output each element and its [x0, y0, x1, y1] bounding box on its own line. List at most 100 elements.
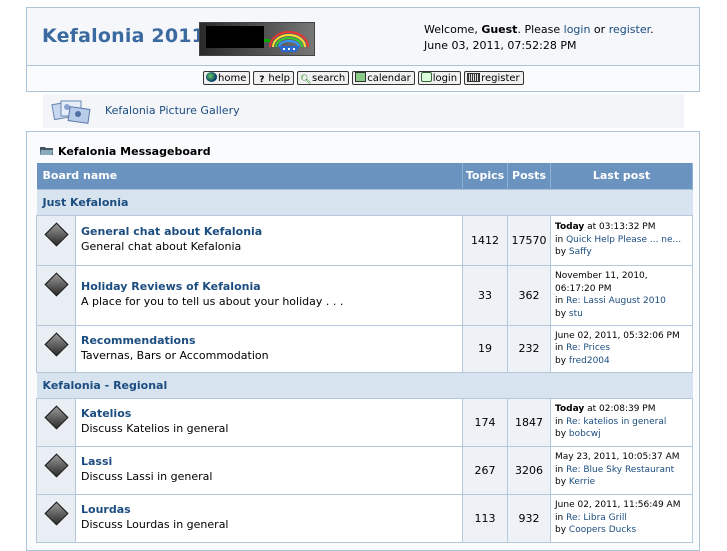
- category-kefalonia-regional[interactable]: Kefalonia - Regional: [36, 371, 693, 398]
- board-name-link[interactable]: Lourdas: [81, 503, 462, 517]
- no-new-posts-icon: [43, 404, 69, 430]
- in-label: in: [555, 416, 567, 427]
- last-post-topic-link[interactable]: Re: katelios in general: [566, 417, 666, 427]
- category-row: Kefalonia - Regional: [36, 371, 693, 398]
- login-link[interactable]: login: [564, 23, 591, 36]
- last-post-info: May 23, 2011, 10:05:37 AM in Re: Blue Sk…: [550, 445, 694, 495]
- no-new-posts-icon: [43, 500, 69, 526]
- messageboard-title: Kefalonia Messageboard: [40, 145, 211, 158]
- site-logo-banner: [199, 22, 315, 56]
- messageboard-panel: Kefalonia Messageboard Board name Topics…: [26, 131, 700, 551]
- last-post-time: June 02, 2011, 11:56:49 AM: [555, 500, 681, 511]
- globe-icon: [206, 72, 217, 82]
- board-status-icon-cell: [36, 264, 76, 326]
- in-label: in: [555, 512, 567, 523]
- calendar-button[interactable]: calendar: [352, 71, 415, 85]
- in-label: in: [555, 343, 567, 354]
- last-post-topic-link[interactable]: Re: Blue Sky Restaurant: [566, 465, 674, 475]
- last-post-user-link[interactable]: Kerrie: [569, 477, 595, 487]
- board-status-icon-cell: [36, 397, 76, 447]
- last-post-topic-link[interactable]: Quick Help Please ... ne...: [566, 235, 681, 245]
- in-label: in: [555, 296, 567, 306]
- or-text: or: [590, 23, 609, 36]
- column-topics: Topics: [462, 163, 509, 189]
- board-row: Holiday Reviews of Kefalonia A place for…: [36, 264, 694, 326]
- help-button[interactable]: ? help: [253, 71, 294, 85]
- board-info: Katelios Discuss Katelios in general: [74, 397, 464, 447]
- last-post-user-link[interactable]: Coopers Ducks: [569, 525, 636, 535]
- board-name-link[interactable]: Recommendations: [81, 334, 462, 348]
- column-board-name: Board name: [36, 163, 464, 189]
- login-icon: [420, 72, 432, 82]
- table-header-row: Board name Topics Posts Last post: [36, 163, 694, 189]
- post-count: 17570: [507, 214, 552, 266]
- home-label: home: [218, 73, 247, 84]
- gallery-strip: Kefalonia Picture Gallery: [43, 94, 684, 128]
- search-label: search: [311, 73, 346, 84]
- topic-count: 174: [462, 397, 509, 447]
- register-link[interactable]: register: [609, 23, 650, 36]
- period-text: .: [650, 23, 654, 36]
- home-button[interactable]: home: [203, 71, 251, 85]
- board-row: Katelios Discuss Katelios in general 174…: [36, 397, 694, 447]
- logo-dark-panel: [206, 26, 264, 48]
- gallery-icon[interactable]: [51, 97, 91, 125]
- last-post-info: June 02, 2011, 05:32:06 PM in Re: Prices…: [550, 324, 694, 373]
- last-post-time: at 02:08:39 PM: [584, 404, 656, 415]
- last-post-user-link[interactable]: fred2004: [569, 356, 610, 366]
- last-post-info: November 11, 2010, 06:17:20 PM in Re: La…: [550, 264, 694, 326]
- board-row: Lassi Discuss Lassi in general 267 3206 …: [36, 445, 694, 495]
- last-post-topic-link[interactable]: Re: Prices: [566, 343, 610, 353]
- board-description: Tavernas, Bars or Accommodation: [81, 348, 269, 362]
- by-label: by: [555, 525, 569, 536]
- last-post-date: Today: [555, 404, 585, 415]
- by-label: by: [555, 477, 569, 488]
- last-post-topic-link[interactable]: Re: Lassi August 2010: [566, 296, 666, 306]
- board-description: Discuss Katelios in general: [81, 422, 229, 435]
- board-status-icon-cell: [36, 493, 76, 543]
- messageboard-title-text: Kefalonia Messageboard: [58, 145, 211, 158]
- search-button[interactable]: 🔍︎search: [296, 71, 350, 85]
- topic-count: 19: [462, 324, 509, 373]
- login-button[interactable]: login: [417, 71, 462, 85]
- help-label: help: [268, 73, 290, 84]
- column-last-post: Last post: [550, 163, 694, 189]
- welcome-message: Welcome, Guest. Please login or register…: [424, 22, 654, 54]
- no-new-posts-icon: [43, 452, 69, 478]
- topic-count: 113: [462, 493, 509, 543]
- last-post-user-link[interactable]: Saffy: [569, 247, 592, 257]
- last-post-time: November 11, 2010, 06:17:20 PM: [555, 271, 648, 294]
- board-description: General chat about Kefalonia: [81, 240, 242, 253]
- board-info: General chat about Kefalonia General cha…: [74, 214, 464, 266]
- picture-gallery-link[interactable]: Kefalonia Picture Gallery: [105, 104, 240, 117]
- post-count: 232: [507, 324, 552, 373]
- board-name-link[interactable]: Lassi: [81, 455, 462, 469]
- folder-icon: [40, 147, 53, 155]
- by-label: by: [555, 355, 569, 366]
- column-posts: Posts: [507, 163, 552, 189]
- category-row: Just Kefalonia: [36, 188, 693, 215]
- current-datetime: June 03, 2011, 07:52:28 PM: [424, 39, 577, 52]
- register-button[interactable]: register: [464, 71, 524, 85]
- board-name-link[interactable]: General chat about Kefalonia: [81, 225, 462, 239]
- last-post-user-link[interactable]: stu: [569, 309, 583, 319]
- board-info: Lourdas Discuss Lourdas in general: [74, 493, 464, 543]
- post-count: 1847: [507, 397, 552, 447]
- board-description: Discuss Lassi in general: [81, 470, 213, 483]
- guest-label: Guest: [481, 23, 518, 36]
- category-just-kefalonia[interactable]: Just Kefalonia: [36, 188, 693, 215]
- help-icon: ?: [259, 75, 265, 85]
- post-count: 3206: [507, 445, 552, 495]
- no-new-posts-icon: [43, 331, 69, 357]
- board-row: General chat about Kefalonia General cha…: [36, 214, 694, 266]
- board-status-icon-cell: [36, 324, 76, 373]
- by-label: by: [555, 247, 569, 258]
- board-info: Recommendations Tavernas, Bars or Accomm…: [74, 324, 464, 373]
- in-label: in: [555, 234, 567, 245]
- last-post-time: May 23, 2011, 10:05:37 AM: [555, 452, 680, 463]
- board-name-link[interactable]: Holiday Reviews of Kefalonia: [81, 280, 462, 294]
- board-name-link[interactable]: Katelios: [81, 407, 462, 421]
- calendar-icon: [355, 72, 367, 82]
- last-post-user-link[interactable]: bobcwj: [569, 429, 601, 439]
- last-post-topic-link[interactable]: Re: Libra Grill: [566, 513, 627, 523]
